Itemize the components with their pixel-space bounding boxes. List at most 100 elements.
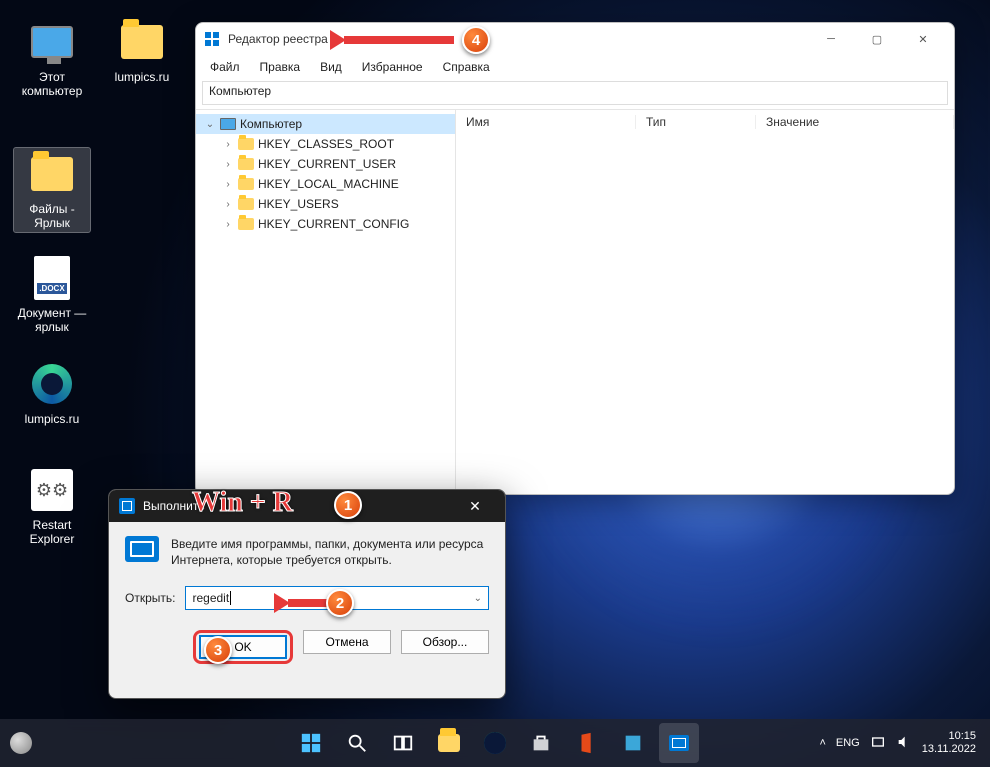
- icon-label: Файлы - Ярлык: [14, 202, 90, 230]
- collapse-icon[interactable]: ⌄: [204, 119, 216, 130]
- icon-label: Документ — ярлык: [14, 306, 90, 334]
- window-registry-editor[interactable]: Редактор реестра ─ ▢ ✕ Файл Правка Вид И…: [195, 22, 955, 495]
- open-input-value: regedit: [192, 591, 229, 605]
- taskbar-app[interactable]: [613, 723, 653, 763]
- monitor-icon: [220, 118, 236, 130]
- tree-node-computer[interactable]: ⌄ Компьютер: [196, 114, 455, 134]
- registry-values-list[interactable]: Имя Тип Значение: [456, 110, 954, 494]
- tree-node[interactable]: ›HKEY_USERS: [196, 194, 455, 214]
- text-cursor: [230, 591, 231, 605]
- column-name[interactable]: Имя: [456, 115, 636, 129]
- tree-node[interactable]: › HKEY_CURRENT_USER: [196, 154, 455, 174]
- minimize-button[interactable]: ─: [808, 23, 854, 55]
- cancel-button[interactable]: Отмена: [303, 630, 391, 654]
- folder-icon: [238, 198, 254, 210]
- tree-node[interactable]: › HKEY_CLASSES_ROOT: [196, 134, 455, 154]
- edge-icon: [32, 364, 72, 404]
- docx-icon: .DOCX: [34, 256, 70, 300]
- taskbar-taskview[interactable]: [383, 723, 423, 763]
- folder-icon: [238, 218, 254, 230]
- expand-icon[interactable]: ›: [222, 139, 234, 150]
- column-value[interactable]: Значение: [756, 115, 954, 129]
- gear-icon: ⚙⚙: [31, 469, 73, 511]
- desktop-icon-files-shortcut[interactable]: Файлы - Ярлык: [14, 148, 90, 232]
- tray-chevron-icon[interactable]: ˄: [819, 737, 825, 749]
- maximize-button[interactable]: ▢: [854, 23, 900, 55]
- registry-tree[interactable]: ⌄ Компьютер › HKEY_CLASSES_ROOT › HKEY_CUR…: [196, 110, 456, 494]
- expand-icon[interactable]: ›: [222, 179, 234, 190]
- expand-icon[interactable]: ›: [222, 219, 234, 230]
- taskbar-store[interactable]: [521, 723, 561, 763]
- run-icon: [125, 536, 159, 562]
- folder-icon: [121, 25, 163, 59]
- annotation-badge-1: 1: [334, 491, 362, 519]
- dialog-titlebar[interactable]: Выполнить ✕: [109, 490, 505, 522]
- menu-edit[interactable]: Правка: [252, 58, 309, 76]
- desktop-icon-this-pc[interactable]: Этот компьютер: [14, 18, 90, 98]
- taskbar-office[interactable]: [567, 723, 607, 763]
- tray-network-icon[interactable]: [870, 734, 886, 753]
- window-title: Редактор реестра: [228, 32, 328, 46]
- regedit-icon: [204, 31, 220, 47]
- desktop-icon-restart-explorer[interactable]: ⚙⚙ Restart Explorer: [14, 466, 90, 546]
- folder-icon: [238, 178, 254, 190]
- menu-favorites[interactable]: Избранное: [354, 58, 431, 76]
- address-bar[interactable]: Компьютер: [202, 81, 948, 105]
- folder-icon: [438, 734, 460, 752]
- tray-clock[interactable]: 10:15 13.11.2022: [922, 730, 976, 756]
- tree-node[interactable]: › HKEY_CURRENT_CONFIG: [196, 214, 455, 234]
- tree-label: HKEY_CURRENT_USER: [258, 157, 396, 171]
- titlebar[interactable]: Редактор реестра ─ ▢ ✕: [196, 23, 954, 55]
- close-button[interactable]: ✕: [455, 498, 495, 515]
- desktop: Этот компьютер Файлы - Ярлык .DOCX Докум…: [0, 0, 990, 767]
- dialog-description: Введите имя программы, папки, документа …: [171, 536, 489, 568]
- annotation-badge-4: 4: [462, 26, 490, 54]
- close-button[interactable]: ✕: [900, 23, 946, 55]
- weather-icon: [10, 732, 32, 754]
- taskbar-edge[interactable]: [475, 723, 515, 763]
- icon-label: Restart Explorer: [14, 518, 90, 546]
- annotation-shortcut-text: Win + R: [192, 487, 293, 519]
- tray-date: 13.11.2022: [922, 743, 976, 756]
- taskbar-search[interactable]: [337, 723, 377, 763]
- annotation-badge-2: 2: [326, 589, 354, 617]
- tray-volume-icon[interactable]: [896, 734, 912, 753]
- expand-icon[interactable]: ›: [222, 199, 234, 210]
- folder-icon: [238, 138, 254, 150]
- run-icon: [119, 498, 135, 514]
- menu-bar: Файл Правка Вид Избранное Справка: [196, 55, 954, 79]
- taskbar-widgets[interactable]: [10, 732, 32, 754]
- monitor-icon: [31, 26, 73, 58]
- menu-file[interactable]: Файл: [202, 58, 248, 76]
- system-tray[interactable]: ˄ ENG 10:15 13.11.2022: [819, 730, 990, 756]
- start-button[interactable]: [291, 723, 331, 763]
- taskbar-explorer[interactable]: [429, 723, 469, 763]
- column-type[interactable]: Тип: [636, 115, 756, 129]
- folder-icon: [31, 157, 73, 191]
- tree-label: Компьютер: [240, 117, 302, 131]
- taskbar-run[interactable]: [659, 723, 699, 763]
- folder-icon: [238, 158, 254, 170]
- icon-label: Этот компьютер: [14, 70, 90, 98]
- menu-view[interactable]: Вид: [312, 58, 350, 76]
- tree-label: HKEY_CURRENT_CONFIG: [258, 217, 409, 231]
- tray-language[interactable]: ENG: [836, 737, 860, 749]
- taskbar[interactable]: ˄ ENG 10:15 13.11.2022: [0, 719, 990, 767]
- window-run-dialog[interactable]: Выполнить ✕ Введите имя программы, папки…: [108, 489, 506, 699]
- expand-icon[interactable]: ›: [222, 159, 234, 170]
- desktop-icon-edge-lumpics[interactable]: lumpics.ru: [14, 360, 90, 426]
- tray-time: 10:15: [922, 730, 976, 743]
- tree-node[interactable]: ›HKEY_LOCAL_MACHINE: [196, 174, 455, 194]
- list-header[interactable]: Имя Тип Значение: [456, 110, 954, 134]
- browse-button[interactable]: Обзор...: [401, 630, 489, 654]
- open-label: Открыть:: [125, 591, 175, 605]
- chevron-down-icon[interactable]: ⌄: [474, 593, 482, 604]
- annotation-badge-3: 3: [204, 636, 232, 664]
- icon-label: lumpics.ru: [14, 412, 90, 426]
- desktop-icon-lumpics-folder[interactable]: lumpics.ru: [104, 18, 180, 84]
- menu-help[interactable]: Справка: [435, 58, 498, 76]
- dialog-buttons: OK Отмена Обзор...: [109, 620, 505, 678]
- edge-icon: [484, 732, 506, 754]
- desktop-icon-document-shortcut[interactable]: .DOCX Документ — ярлык: [14, 254, 90, 334]
- tree-label: HKEY_CLASSES_ROOT: [258, 137, 394, 151]
